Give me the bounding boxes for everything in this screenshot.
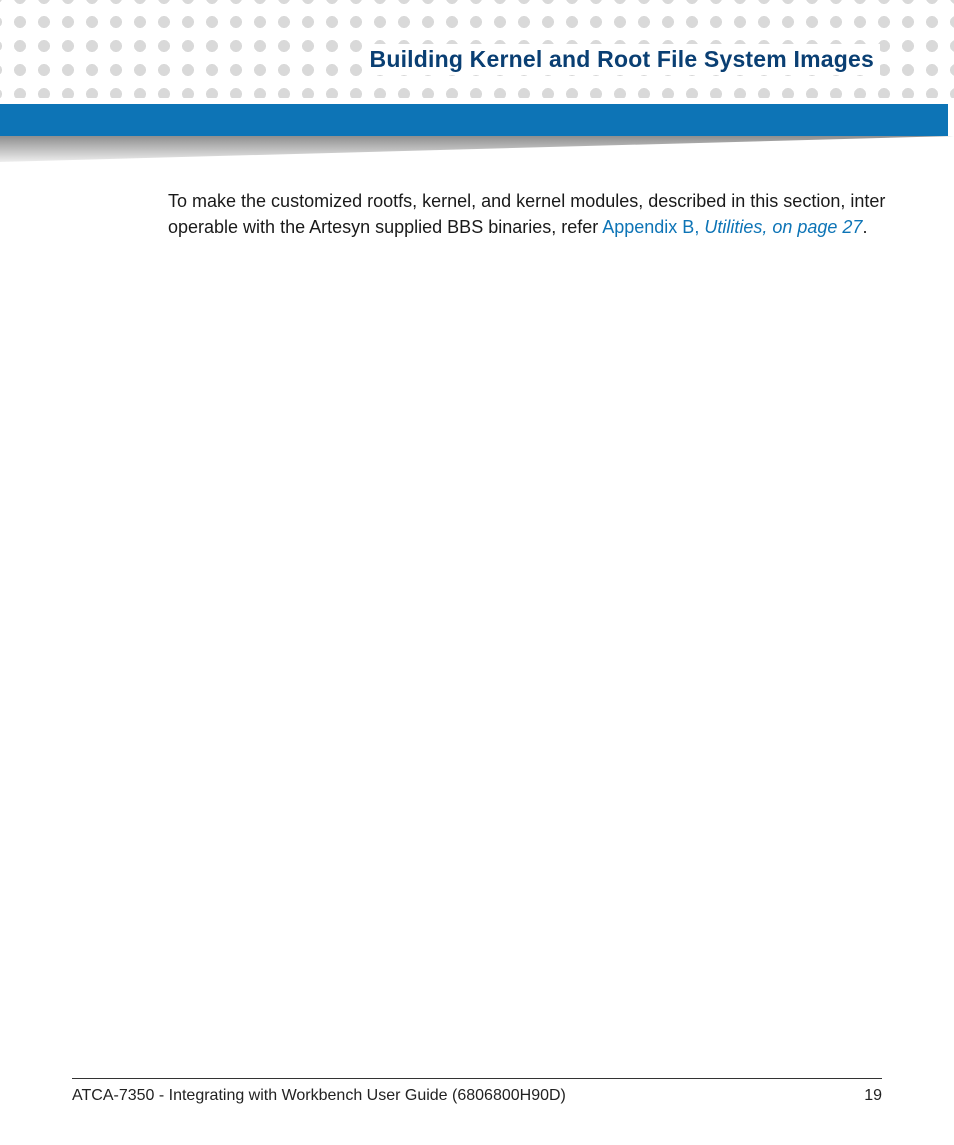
header-blue-bar	[0, 104, 948, 136]
header-wedge	[0, 136, 954, 162]
footer-page-number: 19	[864, 1087, 882, 1105]
link-text-plain: Appendix B,	[602, 217, 704, 237]
paragraph-suffix: .	[862, 217, 867, 237]
footer-doc-title: ATCA-7350 - Integrating with Workbench U…	[72, 1087, 566, 1105]
page-footer: ATCA-7350 - Integrating with Workbench U…	[72, 1078, 882, 1105]
paragraph: To make the customized rootfs, kernel, a…	[168, 188, 894, 240]
chapter-title: Building Kernel and Root File System Ima…	[364, 44, 880, 75]
cross-reference-link[interactable]: Appendix B, Utilities, on page 27	[602, 217, 862, 237]
link-text-italic: Utilities, on page 27	[704, 217, 862, 237]
body-content: To make the customized rootfs, kernel, a…	[168, 188, 894, 240]
footer-rule	[72, 1078, 882, 1079]
